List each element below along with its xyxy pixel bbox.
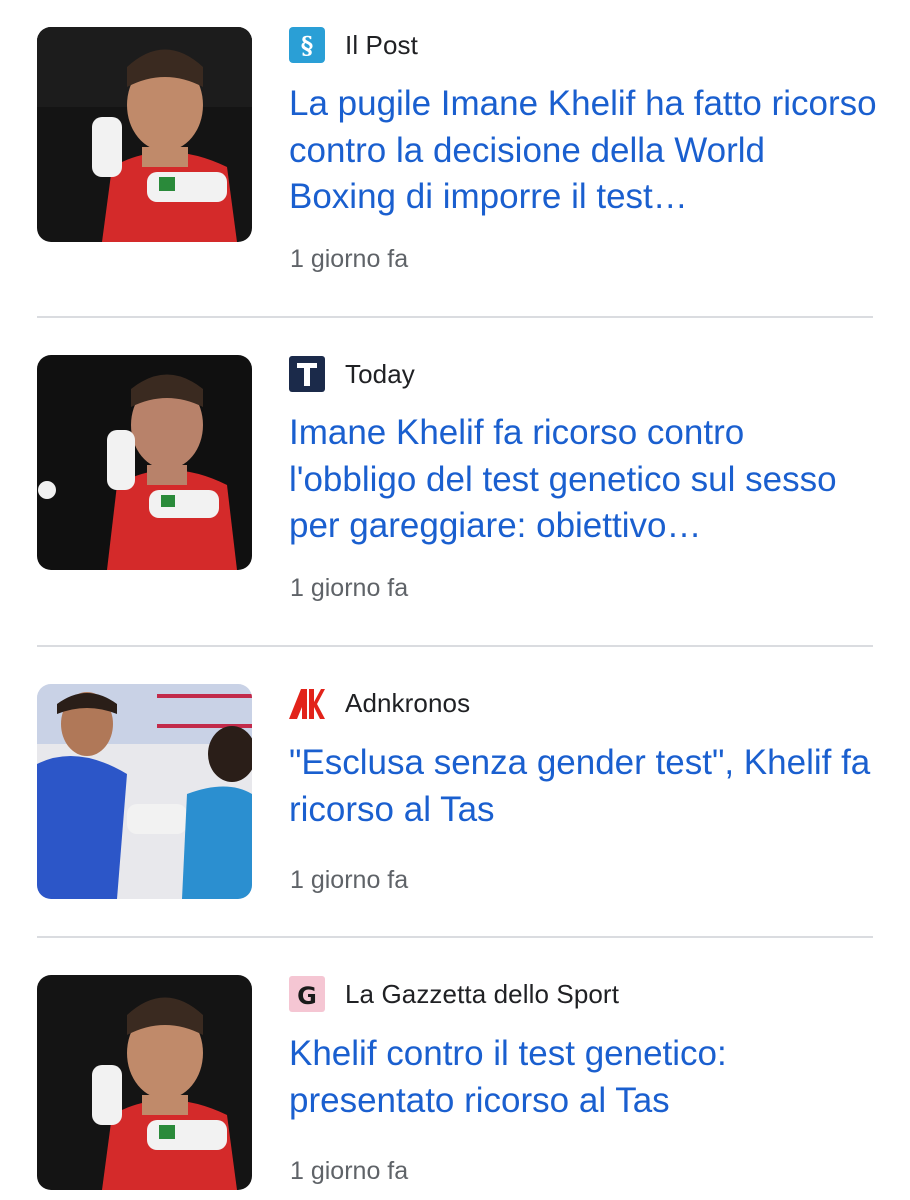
adnkronos-logo-icon bbox=[289, 685, 325, 721]
article-source: Today bbox=[289, 354, 415, 394]
gazzetta-logo-icon: G bbox=[289, 976, 325, 1012]
divider bbox=[37, 645, 873, 647]
source-name: Il Post bbox=[345, 29, 418, 60]
boxer-photo bbox=[37, 355, 252, 570]
boxing-match-photo bbox=[37, 684, 252, 899]
source-name: Adnkronos bbox=[345, 687, 471, 718]
boxer-photo bbox=[37, 975, 252, 1190]
article-time: 1 giorno fa bbox=[290, 1157, 409, 1185]
source-name: Today bbox=[345, 358, 415, 389]
article-thumbnail[interactable] bbox=[37, 27, 252, 242]
boxer-photo bbox=[37, 27, 252, 242]
article-source: § Il Post bbox=[289, 25, 418, 65]
article-time: 1 giorno fa bbox=[290, 574, 409, 602]
article-source: Adnkronos bbox=[289, 683, 470, 723]
article-thumbnail[interactable] bbox=[37, 684, 252, 899]
svg-text:§: § bbox=[301, 31, 314, 60]
source-name: La Gazzetta dello Sport bbox=[345, 978, 620, 1009]
divider bbox=[37, 316, 873, 318]
il-post-logo-icon: § bbox=[289, 27, 325, 63]
news-feed: § Il Post La pugile Imane Khelif ha fatt… bbox=[0, 0, 910, 1200]
article-time: 1 giorno fa bbox=[290, 866, 409, 894]
article-thumbnail[interactable] bbox=[37, 975, 252, 1190]
article-source: G La Gazzetta dello Sport bbox=[289, 974, 619, 1014]
article-headline[interactable]: Khelif contro il test genetico: presenta… bbox=[289, 1031, 879, 1124]
divider bbox=[37, 936, 873, 938]
svg-text:G: G bbox=[297, 982, 317, 1010]
article-headline[interactable]: La pugile Imane Khelif ha fatto ricorso … bbox=[289, 81, 879, 221]
article-thumbnail[interactable] bbox=[37, 355, 252, 570]
article-headline[interactable]: "Esclusa senza gender test", Khelif fa r… bbox=[289, 740, 879, 833]
article-headline[interactable]: Imane Khelif fa ricorso contro l'obbligo… bbox=[289, 410, 879, 550]
article-time: 1 giorno fa bbox=[290, 245, 409, 273]
today-logo-icon bbox=[289, 356, 325, 392]
